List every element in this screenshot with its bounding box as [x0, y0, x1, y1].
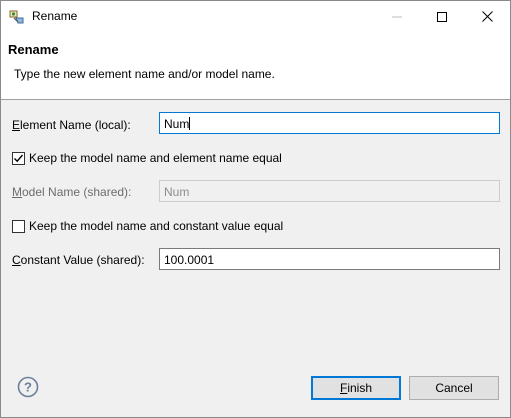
constant-value-input[interactable]: 100.0001: [159, 248, 500, 270]
keep-name-equal-checkbox[interactable]: Keep the model name and element name equ…: [12, 151, 282, 165]
window-title: Rename: [32, 9, 78, 23]
constant-value-value: 100.0001: [164, 253, 215, 267]
svg-text:?: ?: [24, 380, 32, 395]
cancel-button[interactable]: Cancel: [409, 376, 499, 400]
minimize-icon: [392, 16, 402, 17]
element-name-label: Element Name (local):: [12, 118, 131, 132]
check-icon: [14, 154, 24, 162]
element-name-value: Num: [164, 117, 190, 131]
element-name-label-text: lement Name (local):: [20, 118, 131, 132]
element-name-input[interactable]: Num: [159, 112, 500, 134]
keep-name-equal-label: Keep the model name and element name equ…: [29, 151, 282, 165]
close-button[interactable]: [464, 1, 510, 32]
help-icon[interactable]: ?: [17, 376, 39, 398]
header-separator: [1, 99, 510, 100]
checkbox-checked[interactable]: [12, 151, 25, 165]
finish-button[interactable]: Finish: [311, 376, 401, 400]
rename-dialog: Rename Rename Type the new element name …: [0, 0, 511, 418]
element-name-mnemonic: E: [12, 118, 21, 132]
header-title: Rename: [8, 42, 59, 57]
finish-label: inish: [347, 381, 373, 395]
keep-constant-equal-checkbox[interactable]: Keep the model name and constant value e…: [12, 219, 283, 233]
checkbox-unchecked[interactable]: [12, 219, 25, 233]
model-name-input[interactable]: Num: [159, 180, 500, 202]
constant-value-label: Constant Value (shared):: [12, 253, 145, 267]
maximize-icon: [437, 11, 447, 22]
constant-value-label-text: onstant Value (shared):: [20, 253, 145, 267]
rename-app-icon: [9, 9, 25, 25]
model-name-value: Num: [164, 185, 190, 199]
model-name-label: Model Name (shared):: [12, 185, 131, 199]
keep-constant-equal-label: Keep the model name and constant value e…: [29, 219, 284, 233]
model-name-label-text: odel Name (shared):: [22, 185, 132, 199]
model-name-mnemonic: M: [12, 185, 22, 199]
header-description: Type the new element name and/or model n…: [14, 67, 275, 81]
text-caret: [189, 117, 191, 130]
minimize-button[interactable]: [374, 1, 420, 32]
finish-mnemonic: F: [339, 381, 348, 395]
close-icon: [481, 11, 493, 22]
maximize-button[interactable]: [419, 1, 465, 32]
constant-value-mnemonic: C: [12, 253, 21, 267]
dialog-header: Rename Type the new element name and/or …: [1, 32, 510, 99]
title-bar: Rename: [1, 1, 510, 32]
